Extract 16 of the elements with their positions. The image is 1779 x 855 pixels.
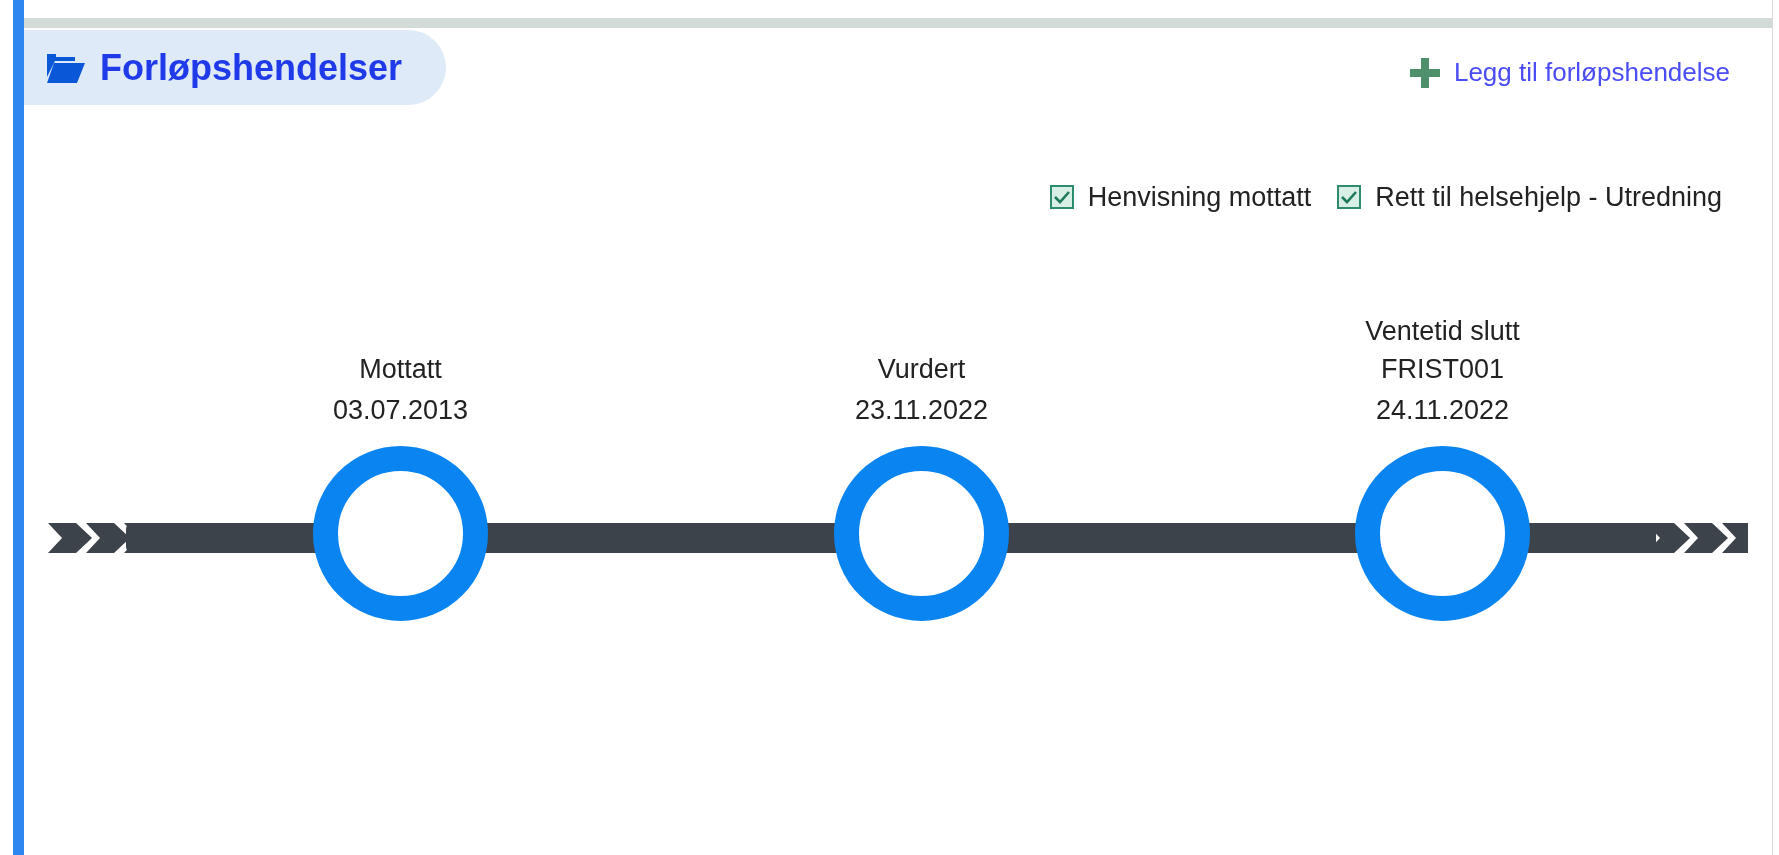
event-date: 24.11.2022: [1375, 393, 1510, 427]
event-date: 23.11.2022: [854, 393, 989, 427]
panel-title: Forløpshendelser: [100, 45, 403, 90]
event-code: FRIST001: [1380, 352, 1504, 386]
filter-label: Henvisning mottatt: [1087, 181, 1312, 214]
event-title: Mottatt: [359, 352, 442, 386]
event-title: Ventetid slutt: [1365, 314, 1520, 348]
event-title: Vurdert: [877, 352, 966, 386]
checkbox[interactable]: [1337, 185, 1362, 210]
add-event-link[interactable]: Legg til forløpshendelse: [1409, 53, 1730, 92]
checkbox[interactable]: [1049, 185, 1074, 210]
check-icon: [1341, 190, 1358, 205]
filter-label: Rett til helsehjelp - Utredning: [1375, 181, 1722, 214]
plus-icon: [1409, 57, 1440, 88]
check-icon: [1053, 190, 1070, 205]
event-date: 03.07.2013: [332, 393, 469, 427]
